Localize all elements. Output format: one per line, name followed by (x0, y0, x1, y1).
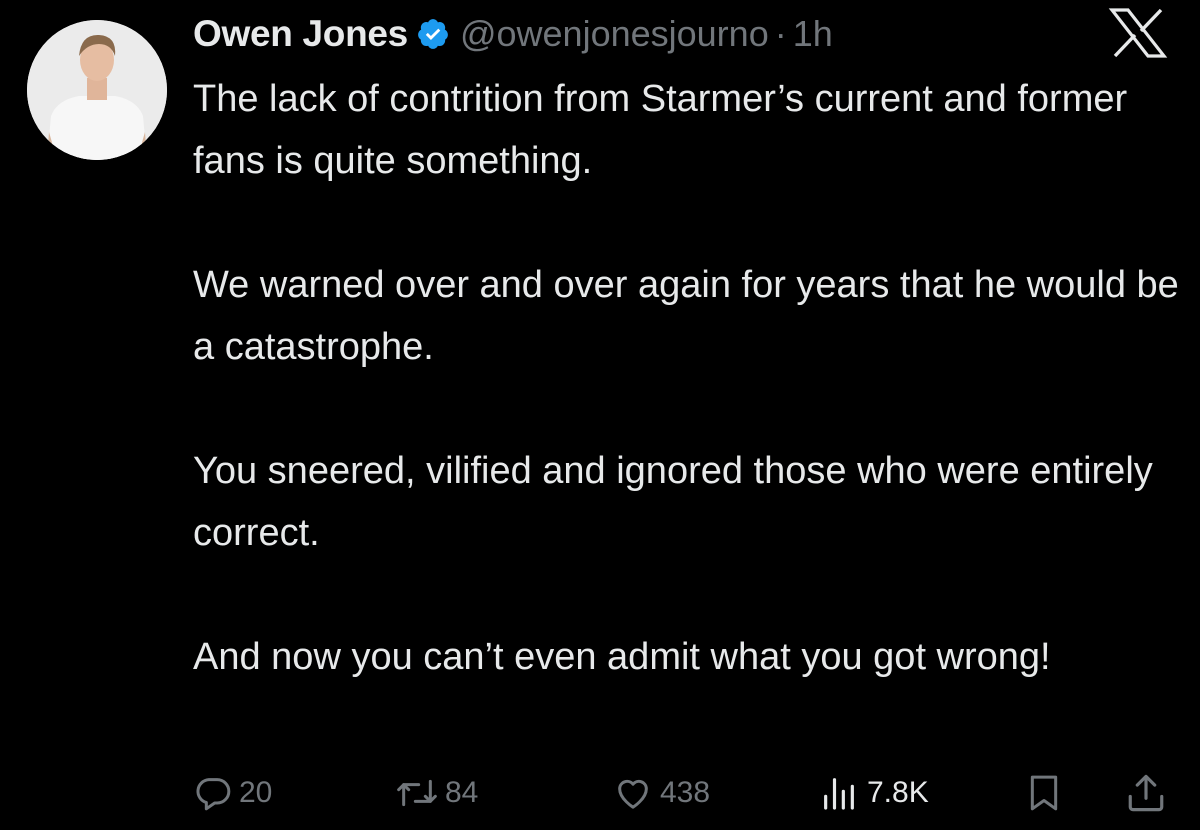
author-name[interactable]: Owen Jones (193, 13, 408, 55)
x-logo-icon (1108, 8, 1168, 58)
tweet-paragraph: The lack of contrition from Starmer’s cu… (193, 78, 1128, 182)
bookmark-button[interactable] (1024, 768, 1064, 818)
repost-button[interactable]: 84 (395, 768, 478, 818)
timestamp[interactable]: 1h (793, 13, 833, 55)
tweet-paragraph: You sneered, vilified and ignored those … (193, 450, 1153, 554)
tweet-paragraph: And now you can’t even admit what you go… (193, 636, 1051, 678)
tweet-text: The lack of contrition from Starmer’s cu… (193, 68, 1183, 688)
avatar[interactable] (27, 20, 167, 160)
repost-count: 84 (445, 776, 479, 809)
like-count: 438 (660, 776, 711, 809)
verified-badge-icon (416, 17, 450, 51)
tweet-header: Owen Jones @owenjonesjourno · 1h (193, 6, 833, 62)
bookmark-icon (1024, 772, 1064, 814)
tweet-paragraph: We warned over and over again for years … (193, 264, 1179, 368)
separator-dot: · (774, 13, 787, 54)
views-chart-icon (817, 773, 861, 813)
repost-icon (395, 773, 439, 813)
reply-count: 20 (239, 776, 273, 809)
share-icon (1124, 772, 1168, 814)
views-button[interactable]: 7.8K (817, 768, 929, 818)
action-bar: 20 84 438 7.8K (0, 768, 1200, 818)
reply-button[interactable]: 20 (193, 768, 272, 818)
author-handle[interactable]: @owenjonesjourno (460, 13, 769, 55)
like-button[interactable]: 438 (612, 768, 710, 818)
reply-icon (193, 773, 233, 813)
heart-icon (612, 773, 654, 813)
share-button[interactable] (1124, 768, 1168, 818)
views-count: 7.8K (867, 776, 929, 809)
avatar-photo (27, 20, 167, 160)
